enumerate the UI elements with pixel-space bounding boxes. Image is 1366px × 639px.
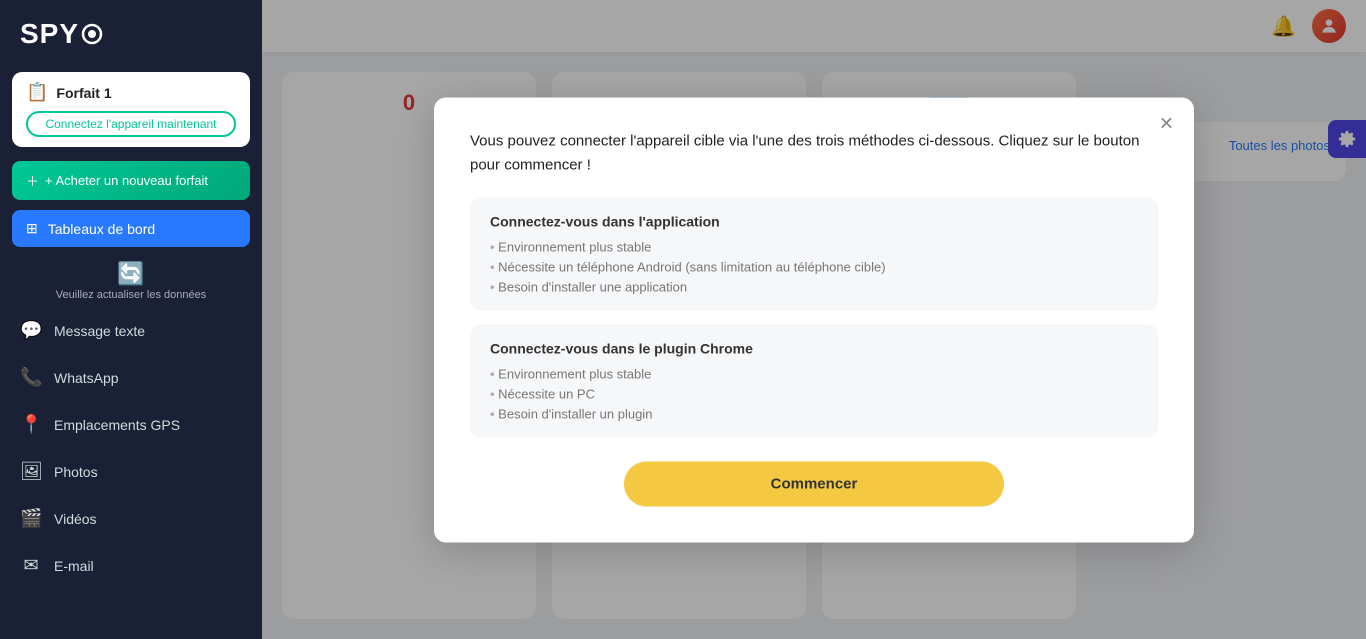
option-app-list: Environnement plus stable Nécessite un t… <box>490 239 1138 294</box>
option-app-bullet-2: Nécessite un téléphone Android (sans lim… <box>490 259 1138 274</box>
sidebar-menu: 💬 Message texte 📞 WhatsApp 📍 Emplacement… <box>0 307 262 639</box>
gps-icon: 📍 <box>20 414 42 435</box>
option-plugin-bullet-1: Environnement plus stable <box>490 366 1138 381</box>
tableaux-de-bord-button[interactable]: ⊞ Tableaux de bord <box>12 210 250 247</box>
sidebar-item-whatsapp[interactable]: 📞 WhatsApp <box>0 354 262 401</box>
option-plugin-bullet-3: Besoin d'installer un plugin <box>490 406 1138 421</box>
logo-icon <box>81 23 103 45</box>
videos-icon: 🎬 <box>20 508 42 529</box>
sidebar: SPY 📋 Forfait 1 Connectez l'appareil mai… <box>0 0 262 639</box>
option-plugin-list: Environnement plus stable Nécessite un P… <box>490 366 1138 421</box>
option-plugin-card: Connectez-vous dans le plugin Chrome Env… <box>470 324 1158 437</box>
forfait-title: 📋 Forfait 1 <box>26 82 236 103</box>
plus-icon: ＋ <box>26 171 39 190</box>
forfait-icon: 📋 <box>26 82 48 103</box>
sidebar-item-emplacements-gps[interactable]: 📍 Emplacements GPS <box>0 401 262 448</box>
whatsapp-icon: 📞 <box>20 367 42 388</box>
sidebar-item-photos[interactable]: 🖼 Photos <box>0 448 262 495</box>
photos-icon: 🖼 <box>20 461 42 482</box>
option-app-bullet-3: Besoin d'installer une application <box>490 279 1138 294</box>
option-plugin-bullet-2: Nécessite un PC <box>490 386 1138 401</box>
sidebar-item-email[interactable]: ✉ E-mail <box>0 542 262 589</box>
logo-text: SPY <box>20 18 79 50</box>
forfait-card: 📋 Forfait 1 Connectez l'appareil mainten… <box>12 72 250 147</box>
option-plugin-title: Connectez-vous dans le plugin Chrome <box>490 340 1138 356</box>
email-icon: ✉ <box>20 555 42 576</box>
logo-area: SPY <box>0 0 262 64</box>
refresh-icon: 🔄 <box>117 261 144 287</box>
option-app-bullet-1: Environnement plus stable <box>490 239 1138 254</box>
refresh-section: 🔄 Veuillez actualiser les données <box>0 251 262 307</box>
new-forfait-button[interactable]: ＋ + Acheter un nouveau forfait <box>12 161 250 200</box>
sidebar-item-videos[interactable]: 🎬 Vidéos <box>0 495 262 542</box>
modal-intro-text: Vous pouvez connecter l'appareil cible v… <box>470 129 1158 177</box>
modal-close-button[interactable]: ✕ <box>1159 113 1174 134</box>
connect-device-button[interactable]: Connectez l'appareil maintenant <box>26 111 236 137</box>
message-texte-icon: 💬 <box>20 320 42 341</box>
grid-icon: ⊞ <box>26 220 38 237</box>
connection-modal: ✕ Vous pouvez connecter l'appareil cible… <box>434 97 1194 542</box>
commencer-button[interactable]: Commencer <box>624 461 1004 506</box>
option-app-title: Connectez-vous dans l'application <box>490 213 1138 229</box>
sidebar-item-message-texte[interactable]: 💬 Message texte <box>0 307 262 354</box>
main-content: 🔔 0 📧 0 E-mail récentes Toutes les photo… <box>262 0 1366 639</box>
option-app-card: Connectez-vous dans l'application Enviro… <box>470 197 1158 310</box>
